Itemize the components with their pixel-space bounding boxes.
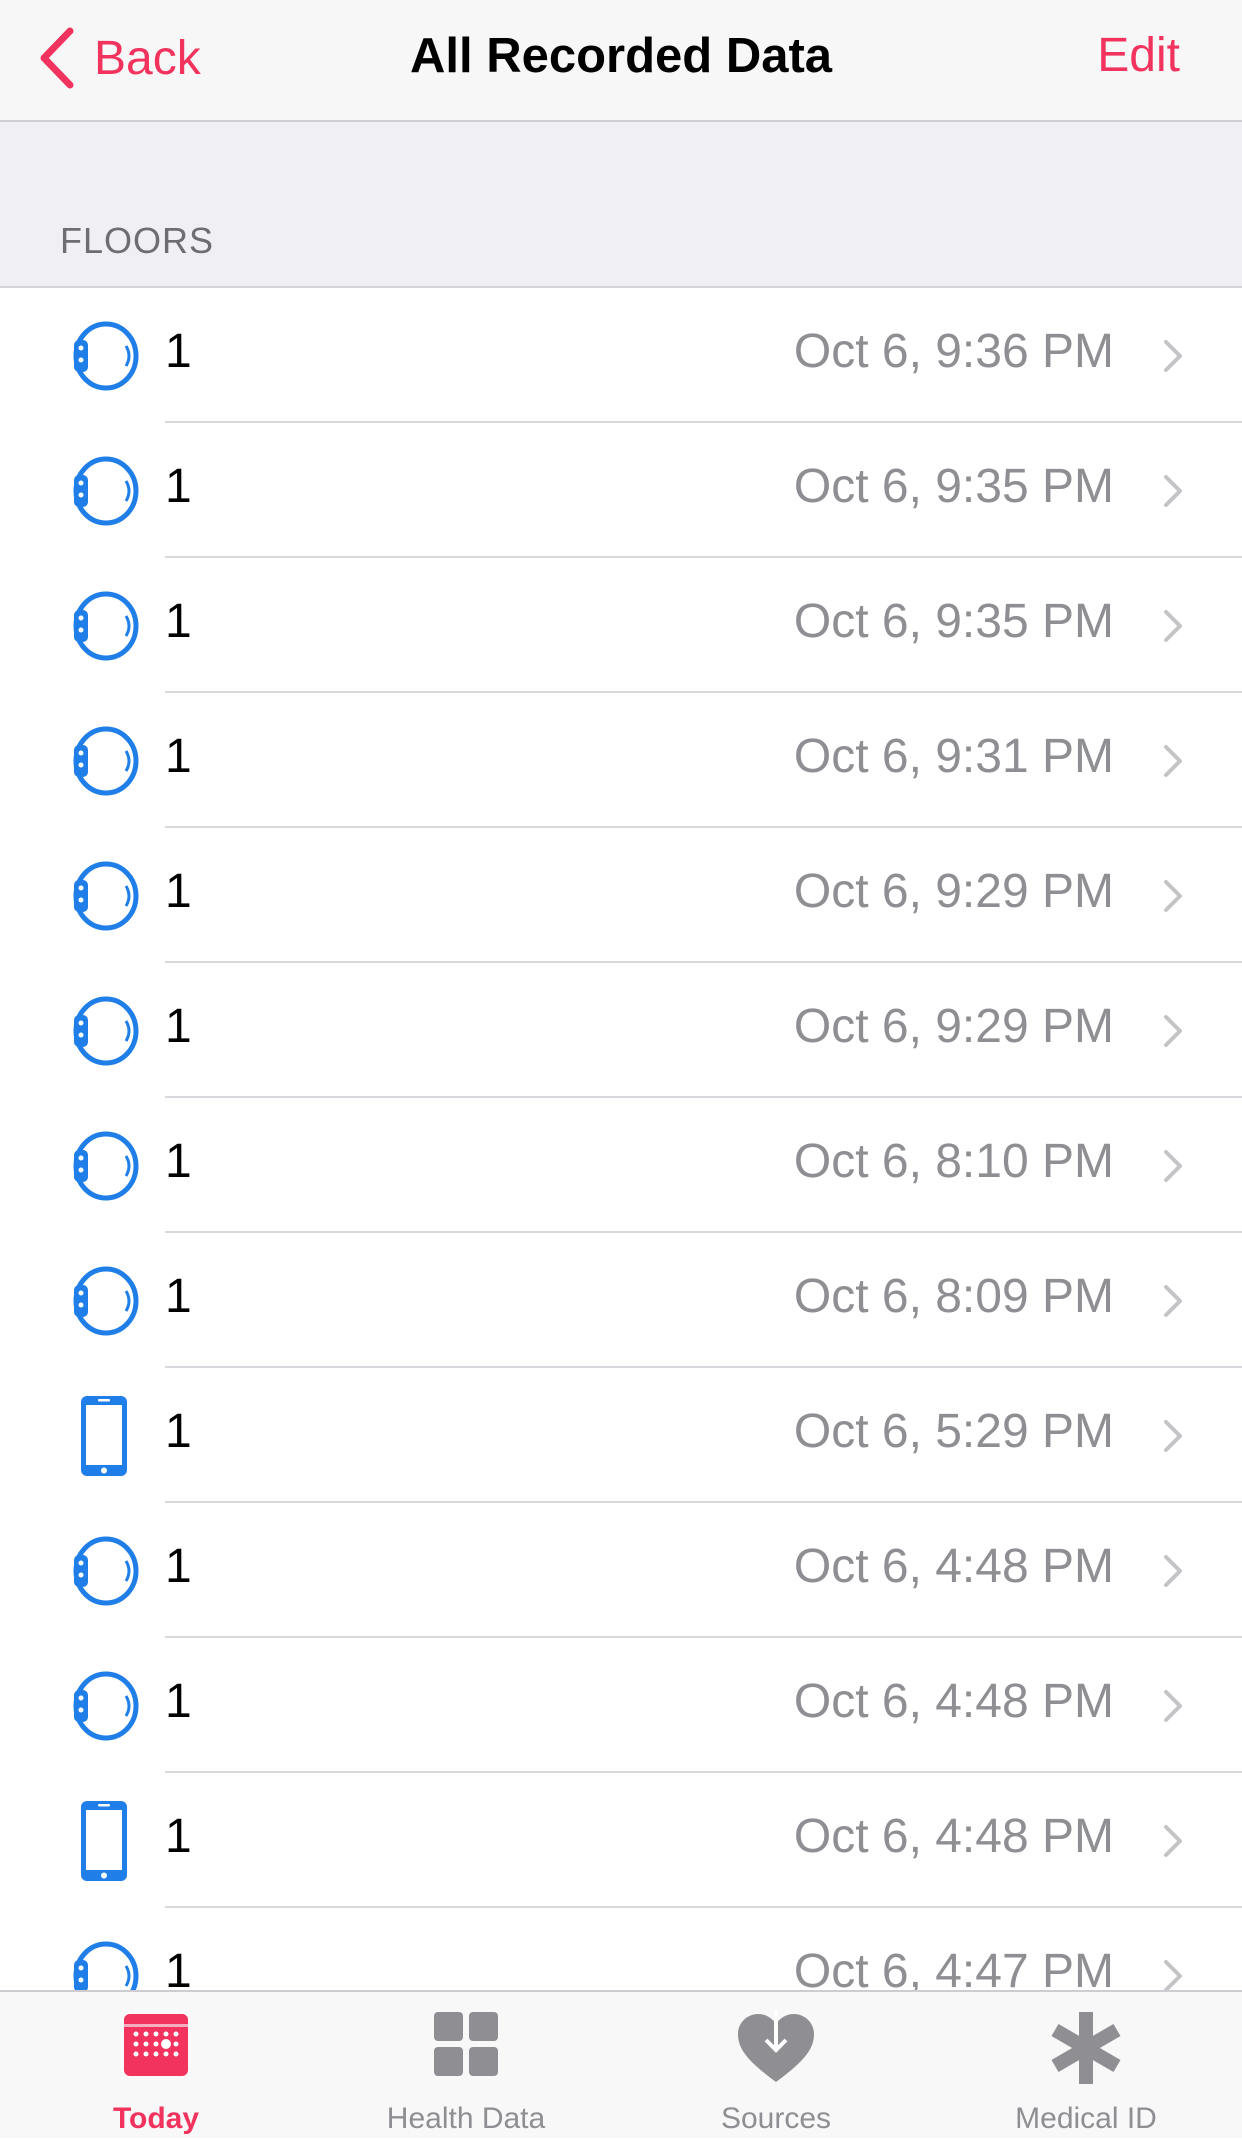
watch-icon <box>68 1666 140 1746</box>
asterisk-icon <box>1051 2012 1121 2084</box>
watch-icon <box>68 856 140 936</box>
watch-icon <box>68 586 140 666</box>
watch-icon <box>68 1531 140 1611</box>
section-header: FLOORS <box>0 122 1242 288</box>
table-row[interactable]: 1 Oct 6, 9:36 PM <box>0 288 1242 423</box>
record-date: Oct 6, 9:29 PM <box>793 1000 1114 1053</box>
chevron-right-icon <box>1164 610 1182 642</box>
watch-icon <box>68 1126 140 1206</box>
watch-icon <box>68 451 140 531</box>
tab-label: Sources <box>720 2102 832 2135</box>
tab-medical-id[interactable]: Medical ID <box>931 1992 1241 2140</box>
watch-icon <box>68 1936 140 1990</box>
watch-icon <box>68 316 140 396</box>
tab-health-data[interactable]: Health Data <box>311 1992 621 2140</box>
tab-label: Today <box>112 2102 200 2135</box>
tab-bar: Today Health Data Sources Medical ID <box>0 1990 1242 2138</box>
record-value: 1 <box>165 595 192 648</box>
chevron-right-icon <box>1164 1015 1182 1047</box>
record-value: 1 <box>165 1810 192 1863</box>
record-date: Oct 6, 9:36 PM <box>793 325 1114 378</box>
chevron-right-icon <box>1164 340 1182 372</box>
chevron-right-icon <box>1164 1555 1182 1587</box>
record-value: 1 <box>165 1945 192 1990</box>
chevron-right-icon <box>1164 1690 1182 1722</box>
watch-icon <box>68 1261 140 1341</box>
record-date: Oct 6, 9:35 PM <box>793 460 1114 513</box>
table-row[interactable]: 1 Oct 6, 9:31 PM <box>0 693 1242 828</box>
chevron-right-icon <box>1164 880 1182 912</box>
edit-button[interactable]: Edit <box>1097 28 1180 83</box>
chevron-right-icon <box>1164 1285 1182 1317</box>
records-list: 1 Oct 6, 9:36 PM 1 Oct 6, 9:35 PM 1 Oct 6, 9:… <box>0 288 1242 1990</box>
tab-label: Health Data <box>386 2102 546 2135</box>
record-date: Oct 6, 8:10 PM <box>793 1135 1114 1188</box>
table-row[interactable]: 1 Oct 6, 8:10 PM <box>0 1098 1242 1233</box>
chevron-right-icon <box>1164 475 1182 507</box>
chevron-right-icon <box>1164 745 1182 777</box>
iphone-icon <box>68 1396 140 1476</box>
record-value: 1 <box>165 730 192 783</box>
table-row[interactable]: 1 Oct 6, 9:35 PM <box>0 558 1242 693</box>
record-value: 1 <box>165 1405 192 1458</box>
record-value: 1 <box>165 325 192 378</box>
grid-icon <box>434 2012 498 2076</box>
record-date: Oct 6, 9:29 PM <box>793 865 1114 918</box>
chevron-right-icon <box>1164 1150 1182 1182</box>
table-row[interactable]: 1 Oct 6, 9:29 PM <box>0 963 1242 1098</box>
record-date: Oct 6, 4:48 PM <box>793 1810 1114 1863</box>
table-row[interactable]: 1 Oct 6, 8:09 PM <box>0 1233 1242 1368</box>
record-value: 1 <box>165 865 192 918</box>
navigation-bar: Back All Recorded Data Edit <box>0 0 1242 122</box>
heart-download-icon <box>738 2010 814 2082</box>
watch-icon <box>68 991 140 1071</box>
table-row[interactable]: 1 Oct 6, 5:29 PM <box>0 1368 1242 1503</box>
table-row[interactable]: 1 Oct 6, 9:29 PM <box>0 828 1242 963</box>
record-value: 1 <box>165 1675 192 1728</box>
table-row[interactable]: 1 Oct 6, 4:48 PM <box>0 1773 1242 1908</box>
record-date: Oct 6, 4:48 PM <box>793 1675 1114 1728</box>
watch-icon <box>68 721 140 801</box>
tab-sources[interactable]: Sources <box>621 1992 931 2140</box>
record-date: Oct 6, 4:47 PM <box>793 1945 1114 1990</box>
chevron-right-icon <box>1164 1420 1182 1452</box>
tab-today[interactable]: Today <box>1 1992 311 2140</box>
page-title: All Recorded Data <box>409 29 833 83</box>
record-date: Oct 6, 9:31 PM <box>793 730 1114 783</box>
calendar-icon <box>124 2014 188 2076</box>
table-row[interactable]: 1 Oct 6, 4:47 PM <box>0 1908 1242 1990</box>
record-date: Oct 6, 5:29 PM <box>793 1405 1114 1458</box>
tab-label: Medical ID <box>1015 2102 1157 2135</box>
table-row[interactable]: 1 Oct 6, 4:48 PM <box>0 1503 1242 1638</box>
table-row[interactable]: 1 Oct 6, 9:35 PM <box>0 423 1242 558</box>
chevron-right-icon <box>1164 1960 1182 1990</box>
section-title: FLOORS <box>60 220 215 261</box>
table-row[interactable]: 1 Oct 6, 4:48 PM <box>0 1638 1242 1773</box>
iphone-icon <box>68 1801 140 1881</box>
record-value: 1 <box>165 1000 192 1053</box>
record-value: 1 <box>165 460 192 513</box>
record-value: 1 <box>165 1540 192 1593</box>
chevron-right-icon <box>1164 1825 1182 1857</box>
record-date: Oct 6, 4:48 PM <box>793 1540 1114 1593</box>
record-value: 1 <box>165 1135 192 1188</box>
record-date: Oct 6, 9:35 PM <box>793 595 1114 648</box>
record-value: 1 <box>165 1270 192 1323</box>
record-date: Oct 6, 8:09 PM <box>793 1270 1114 1323</box>
